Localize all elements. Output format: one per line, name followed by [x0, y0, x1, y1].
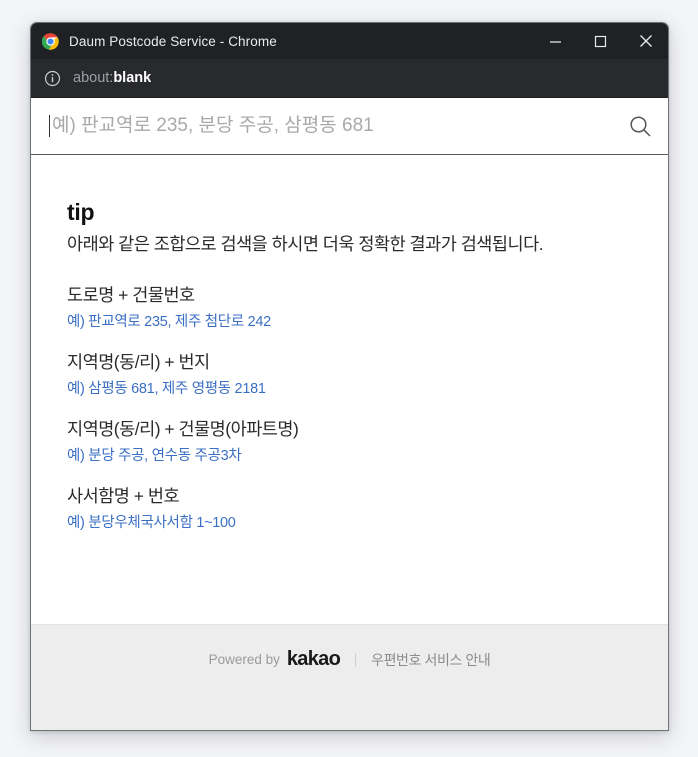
postcode-service-guide-link[interactable]: 우편번호 서비스 안내 — [371, 650, 491, 670]
chrome-logo-icon — [42, 32, 59, 50]
window-controls — [533, 23, 668, 59]
browser-window: Daum Postcode Service - Chrome about:bla… — [30, 22, 669, 731]
tip-heading: tip — [67, 199, 95, 225]
tip-item: 지역명(동/리) + 건물명(아파트명) 예) 분당 주공, 연수동 주공3차 — [67, 416, 668, 465]
tip-item-example: 예) 판교역로 235, 제주 첨단로 242 — [67, 314, 271, 330]
tip-description: 아래와 같은 조합으로 검색을 하시면 더욱 정확한 결과가 검색됩니다. — [67, 234, 544, 254]
url-host: blank — [113, 70, 152, 86]
close-icon — [639, 35, 652, 47]
kakao-logo: kakao — [286, 648, 341, 670]
footer-divider — [355, 652, 357, 667]
maximize-icon — [594, 35, 607, 47]
tip-item: 도로명 + 건물번호 예) 판교역로 235, 제주 첨단로 242 — [67, 282, 668, 331]
address-bar[interactable]: about:blank — [31, 59, 668, 98]
search-icon — [629, 115, 651, 137]
maximize-button[interactable] — [578, 23, 623, 59]
tip-item-example: 예) 분당우체국사서함 1~100 — [67, 515, 236, 531]
tip-panel: tip 아래와 같은 조합으로 검색을 하시면 더욱 정확한 결과가 검색됩니다… — [31, 155, 668, 585]
minimize-button[interactable] — [533, 23, 578, 59]
tip-item: 지역명(동/리) + 번지 예) 삼평동 681, 제주 영평동 2181 — [67, 349, 668, 398]
search-bar[interactable] — [31, 98, 668, 155]
url-text: about:blank — [73, 70, 151, 86]
close-button[interactable] — [623, 23, 668, 59]
tip-item-title: 지역명(동/리) + 건물명(아파트명) — [67, 419, 299, 439]
window-title: Daum Postcode Service - Chrome — [69, 33, 277, 49]
footer-content: Powered by kakao 우편번호 서비스 안내 — [31, 625, 668, 671]
url-scheme: about: — [73, 70, 114, 86]
footer: Powered by kakao 우편번호 서비스 안내 — [31, 624, 668, 730]
title-bar[interactable]: Daum Postcode Service - Chrome — [31, 23, 668, 59]
tip-item-title: 지역명(동/리) + 번지 — [67, 352, 210, 372]
minimize-icon — [550, 40, 561, 43]
page-content: tip 아래와 같은 조합으로 검색을 하시면 더욱 정확한 결과가 검색됩니다… — [31, 98, 668, 730]
address-search-input[interactable] — [50, 98, 612, 154]
tip-item-title: 사서함명 + 번호 — [67, 486, 180, 506]
tip-item-example: 예) 분당 주공, 연수동 주공3차 — [67, 448, 242, 464]
tip-item-title: 도로명 + 건물번호 — [67, 285, 195, 305]
powered-by-label: Powered by — [208, 652, 280, 667]
search-submit-button[interactable] — [612, 98, 668, 154]
tip-item-example: 예) 삼평동 681, 제주 영평동 2181 — [67, 381, 266, 397]
info-circle-icon[interactable] — [44, 70, 61, 87]
tip-item: 사서함명 + 번호 예) 분당우체국사서함 1~100 — [67, 483, 668, 532]
